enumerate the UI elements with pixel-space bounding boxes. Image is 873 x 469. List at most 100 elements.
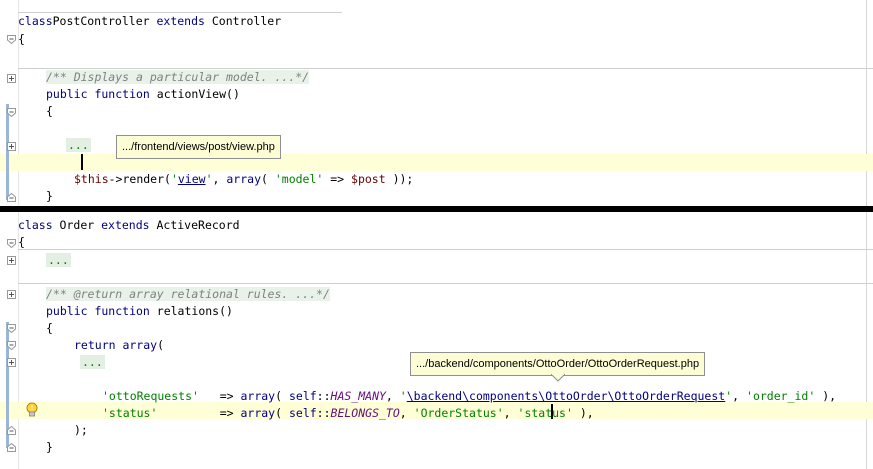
code-token: { <box>18 235 25 249</box>
code-token: { <box>46 104 53 118</box>
code-token[interactable]: \backend\components\OttoOrder\OttoOrderR… <box>407 389 726 403</box>
code-token: public function <box>46 304 150 318</box>
code-line[interactable]: { <box>18 31 25 48</box>
code-token: ' <box>205 172 213 186</box>
code-token: return array <box>74 338 158 352</box>
code-token: 'status' <box>517 406 573 420</box>
code-token: ... <box>66 138 91 152</box>
code-line[interactable]: public function relations() <box>46 303 233 320</box>
code-token: 'ottoRequests' <box>102 389 199 403</box>
code-token: relations() <box>149 304 233 318</box>
code-line[interactable]: { <box>46 103 53 120</box>
code-line[interactable]: { <box>18 234 25 251</box>
fold-expand-icon[interactable] <box>7 74 16 83</box>
code-token: ( <box>275 406 289 420</box>
code-token: ->render( <box>108 172 171 186</box>
tooltip-pointer <box>551 374 565 382</box>
code-token: public function <box>46 87 150 101</box>
code-line[interactable]: ... <box>46 252 71 269</box>
code-token: ( <box>261 172 275 186</box>
code-line[interactable]: public function actionView() <box>46 86 240 103</box>
fold-end-icon[interactable] <box>7 193 16 202</box>
code-line[interactable]: 'status' => array( self::BELONGS_TO, 'Or… <box>102 405 594 422</box>
fold-expand-icon[interactable] <box>7 142 16 151</box>
code-token: { <box>46 321 53 335</box>
code-token: Controller <box>204 14 282 28</box>
code-line[interactable]: } <box>46 188 53 205</box>
code-token: , <box>732 389 747 403</box>
code-token: /** @return array relational rules. ...*… <box>46 287 330 301</box>
code-line[interactable]: { <box>46 320 53 337</box>
file-path-tooltip: .../frontend/views/post/view.php <box>116 135 281 159</box>
text-caret <box>551 404 553 419</box>
code-token: ), <box>572 406 594 420</box>
code-line[interactable]: /** Displays a particular model. ...*/ <box>46 69 310 86</box>
fold-collapse-icon[interactable] <box>7 239 16 248</box>
code-line[interactable]: ); <box>74 422 88 439</box>
code-token[interactable]: view <box>178 172 206 186</box>
right-margin-guide <box>866 0 867 206</box>
code-token: array <box>240 406 276 420</box>
method-separator <box>18 283 873 284</box>
code-line[interactable]: $this->render('view', array( 'model' => … <box>74 171 413 188</box>
code-token: 'status' <box>102 406 158 420</box>
code-token: array <box>226 172 261 186</box>
fold-end-icon[interactable] <box>7 426 16 435</box>
code-token: , <box>399 406 414 420</box>
code-token: ' <box>170 172 178 186</box>
fold-collapse-icon[interactable] <box>7 324 16 333</box>
code-token: extends <box>101 218 150 232</box>
editor-pane-top[interactable]: classPostController extends Controller {… <box>0 0 873 206</box>
code-token: ActiveRecord <box>149 218 240 232</box>
code-line[interactable]: ... <box>80 354 105 371</box>
scope-indicator <box>6 104 9 200</box>
code-token: $post <box>351 172 386 186</box>
method-separator <box>18 249 873 250</box>
code-line[interactable]: } <box>46 439 53 456</box>
fold-collapse-icon[interactable] <box>7 35 16 44</box>
code-token: /** Displays a particular model. ...*/ <box>46 70 310 84</box>
fold-expand-icon[interactable] <box>7 290 16 299</box>
code-token: extends <box>156 14 205 28</box>
code-line[interactable]: return array( <box>74 337 164 354</box>
code-token: , <box>212 172 227 186</box>
text-caret <box>81 154 83 170</box>
code-line[interactable]: /** @return array relational rules. ...*… <box>46 286 330 303</box>
code-token: Order <box>52 218 102 232</box>
lightbulb-icon[interactable] <box>25 402 39 418</box>
code-token: { <box>18 32 25 46</box>
code-token: ); <box>74 423 88 437</box>
fold-expand-icon[interactable] <box>7 358 16 367</box>
code-token: :: <box>316 389 331 403</box>
code-token: , <box>503 406 518 420</box>
code-token: ( <box>275 389 289 403</box>
code-token: self <box>288 406 317 420</box>
code-line[interactable]: 'ottoRequests' => array( self::HAS_MANY,… <box>102 388 836 405</box>
fold-collapse-icon[interactable] <box>7 108 16 117</box>
code-token: ), <box>815 389 837 403</box>
file-path-tooltip: .../backend/components/OttoOrder/OttoOrd… <box>410 352 706 376</box>
code-token: => <box>157 406 241 420</box>
editor-pane-bottom[interactable]: class Order extends ActiveRecord { ... /… <box>0 212 873 469</box>
code-token: self <box>288 389 317 403</box>
code-token: } <box>46 440 53 454</box>
code-token: PostController <box>52 14 157 28</box>
right-margin-guide <box>866 212 867 469</box>
code-line[interactable]: class Order extends ActiveRecord <box>18 217 240 234</box>
code-token: , <box>385 389 400 403</box>
code-line[interactable]: ... <box>66 137 91 154</box>
code-token: ' <box>399 389 407 403</box>
code-token: )); <box>385 172 414 186</box>
code-token: 'OrderStatus' <box>413 406 504 420</box>
code-token: array <box>240 389 276 403</box>
code-token: HAS_MANY <box>330 389 386 403</box>
code-token: BELONGS_TO <box>330 406 400 420</box>
fold-end-icon[interactable] <box>7 443 16 452</box>
fold-collapse-icon[interactable] <box>7 341 16 350</box>
fold-expand-icon[interactable] <box>7 256 16 265</box>
code-token: } <box>46 189 53 203</box>
code-token: 'model' <box>274 172 324 186</box>
code-token: => <box>198 389 241 403</box>
code-line[interactable]: classPostController extends Controller <box>18 13 281 30</box>
code-token: => <box>323 172 352 186</box>
